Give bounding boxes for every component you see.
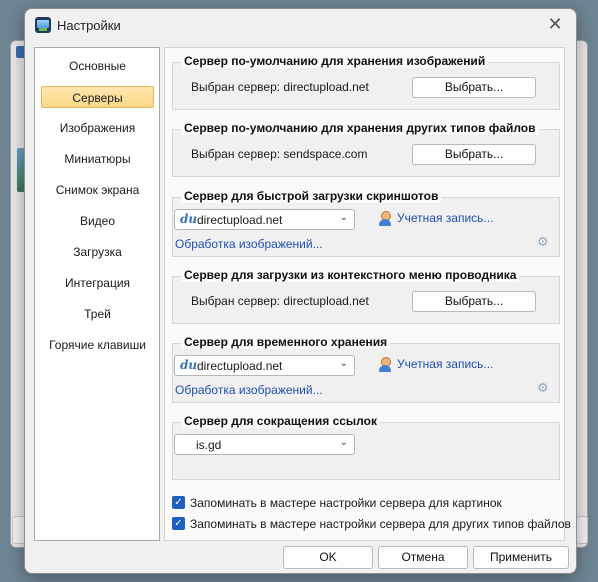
gear-icon[interactable]: ⚙ <box>537 235 553 249</box>
temporary-account-link[interactable]: Учетная запись... <box>397 357 493 371</box>
image-server-group: Сервер по-умолчанию для хранения изображ… <box>172 54 560 110</box>
title-bar[interactable]: Настройки ✕ <box>25 9 576 41</box>
context-menu-server-choose-button[interactable]: Выбрать... <box>412 291 536 312</box>
screenshot-server-select[interactable]: du directupload.net ⌄ <box>174 209 355 230</box>
chevron-down-icon: ⌄ <box>339 212 348 223</box>
shortener-server-group: Сервер для сокращения ссылок is.gd ⌄ <box>172 414 560 480</box>
shortener-server-title: Сервер для сокращения ссылок <box>181 414 380 428</box>
file-server-group: Сервер по-умолчанию для хранения других … <box>172 121 560 177</box>
sidebar-item-video[interactable]: Видео <box>41 210 154 232</box>
temporary-server-title: Сервер для временного хранения <box>181 335 391 349</box>
sidebar-item-thumbnails[interactable]: Миниатюры <box>41 148 154 170</box>
sidebar-item-screenshot[interactable]: Снимок экрана <box>41 179 154 201</box>
shortener-server-value: is.gd <box>196 438 222 452</box>
sidebar-item-images[interactable]: Изображения <box>41 117 154 139</box>
user-account-icon <box>378 357 392 372</box>
background-control-right <box>576 516 588 544</box>
directupload-icon: du <box>180 358 198 372</box>
context-menu-server-group: Сервер для загрузки из контекстного меню… <box>172 268 560 324</box>
file-server-choose-button[interactable]: Выбрать... <box>412 144 536 165</box>
sidebar-item-hotkeys[interactable]: Горячие клавиши <box>41 334 154 356</box>
window-title: Настройки <box>57 18 121 33</box>
chevron-down-icon: ⌄ <box>339 437 348 448</box>
settings-sidebar: Основные Серверы Изображения Миниатюры С… <box>34 47 160 541</box>
app-icon <box>35 17 51 33</box>
screenshot-processing-link[interactable]: Обработка изображений... <box>175 237 323 251</box>
file-server-title: Сервер по-умолчанию для хранения других … <box>181 121 539 135</box>
temporary-server-select[interactable]: du directupload.net ⌄ <box>174 355 355 376</box>
apply-button[interactable]: Применить <box>473 546 569 569</box>
temporary-processing-link[interactable]: Обработка изображений... <box>175 383 323 397</box>
image-server-selected: Выбран сервер: directupload.net <box>191 80 369 94</box>
remember-files-checkbox[interactable]: ✓ <box>172 517 185 530</box>
gear-icon[interactable]: ⚙ <box>537 381 553 395</box>
temporary-server-group: Сервер для временного хранения du direct… <box>172 335 560 403</box>
directupload-icon: du <box>180 212 198 226</box>
remember-files-label: Запоминать в мастере настройки сервера д… <box>190 517 571 531</box>
user-account-icon <box>378 211 392 226</box>
remember-images-checkbox[interactable]: ✓ <box>172 496 185 509</box>
sidebar-item-integration[interactable]: Интеграция <box>41 272 154 294</box>
remember-images-label: Запоминать в мастере настройки сервера д… <box>190 496 502 510</box>
image-server-choose-button[interactable]: Выбрать... <box>412 77 536 98</box>
screenshot-server-value: directupload.net <box>197 213 283 227</box>
remember-images-checkbox-row[interactable]: ✓ Запоминать в мастере настройки сервера… <box>172 495 552 511</box>
settings-dialog: Настройки ✕ Основные Серверы Изображения… <box>24 8 577 574</box>
sidebar-item-upload[interactable]: Загрузка <box>41 241 154 263</box>
screenshot-server-group: Сервер для быстрой загрузки скриншотов d… <box>172 189 560 257</box>
chevron-down-icon: ⌄ <box>339 358 348 369</box>
shortener-server-select[interactable]: is.gd ⌄ <box>174 434 355 455</box>
context-menu-server-title: Сервер для загрузки из контекстного меню… <box>181 268 520 282</box>
sidebar-item-tray[interactable]: Трей <box>41 303 154 325</box>
ok-button[interactable]: OK <box>283 546 373 569</box>
screenshot-server-title: Сервер для быстрой загрузки скриншотов <box>181 189 442 203</box>
sidebar-item-general[interactable]: Основные <box>41 55 154 77</box>
temporary-server-value: directupload.net <box>197 359 283 373</box>
servers-panel: Сервер по-умолчанию для хранения изображ… <box>164 47 571 541</box>
close-button[interactable]: ✕ <box>540 13 570 37</box>
remember-files-checkbox-row[interactable]: ✓ Запоминать в мастере настройки сервера… <box>172 516 571 532</box>
context-menu-server-selected: Выбран сервер: directupload.net <box>191 294 369 308</box>
image-server-title: Сервер по-умолчанию для хранения изображ… <box>181 54 489 68</box>
cancel-button[interactable]: Отмена <box>378 546 468 569</box>
file-server-selected: Выбран сервер: sendspace.com <box>191 147 368 161</box>
sidebar-item-servers[interactable]: Серверы <box>41 86 154 108</box>
screenshot-account-link[interactable]: Учетная запись... <box>397 211 493 225</box>
